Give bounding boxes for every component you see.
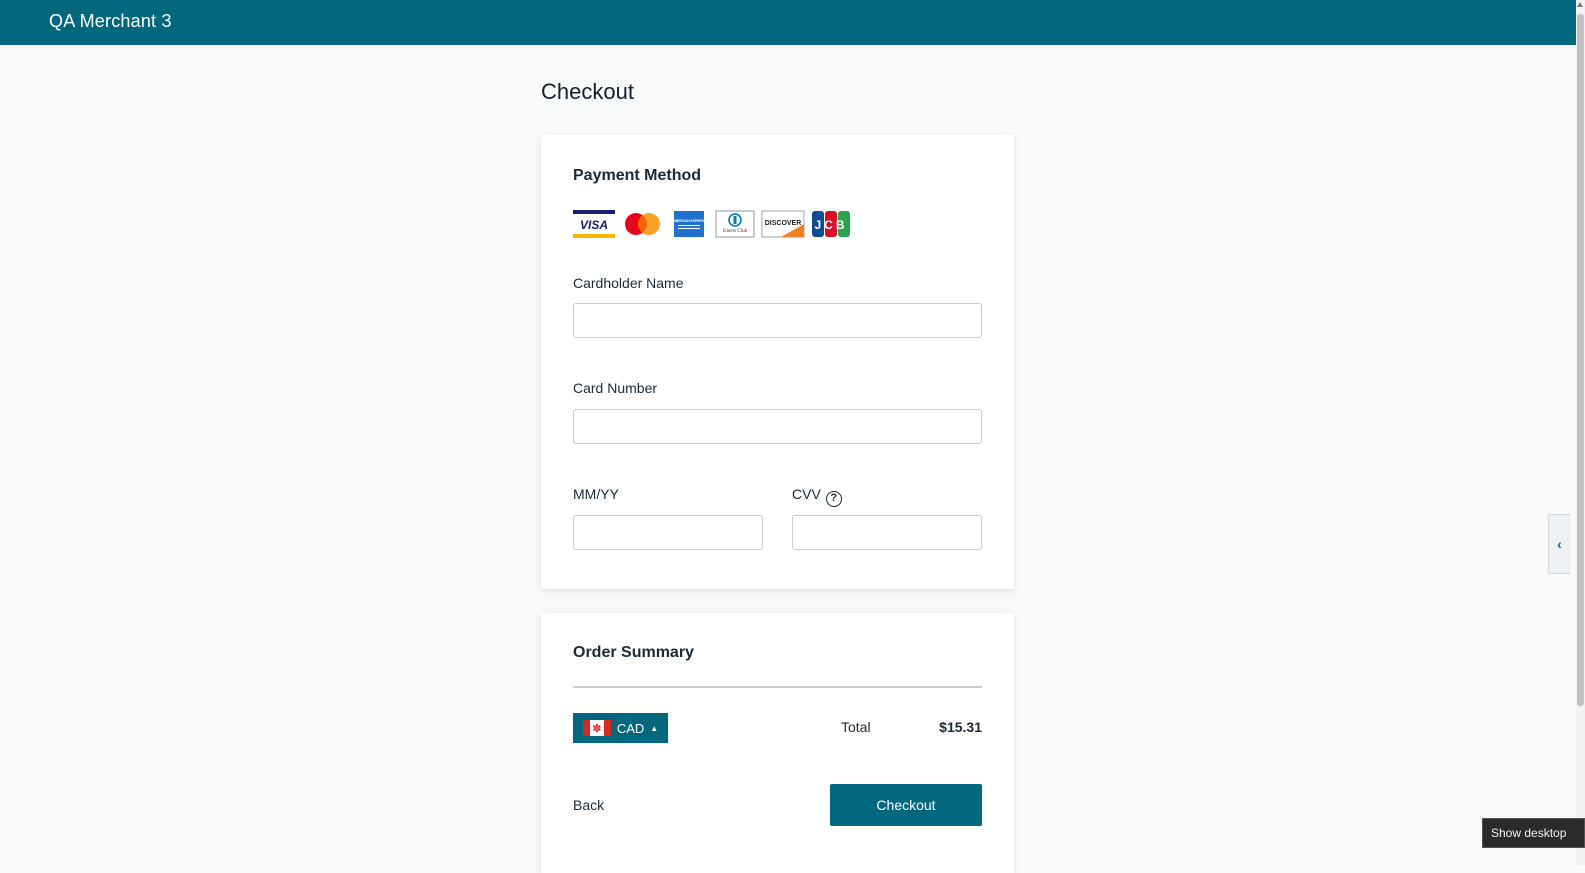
order-summary-title: Order Summary [573, 644, 694, 661]
payment-method-title: Payment Method [573, 167, 702, 184]
summary-divider [573, 686, 982, 688]
canada-flag-icon: ✽ [582, 720, 611, 736]
jcb-icon: JCB [811, 210, 851, 238]
total-label: Total [841, 719, 871, 735]
currency-code: CAD [616, 720, 645, 736]
amex-icon: AMERICAN EXPRESS [669, 210, 709, 238]
merchant-name: QA Merchant 3 [49, 11, 172, 31]
side-panel-toggle[interactable]: ‹ [1548, 514, 1570, 574]
payment-method-card: Payment Method VISA AMERICAN EXPRESS Din… [541, 135, 1014, 589]
card-number-input[interactable] [573, 409, 982, 444]
cvv-label-row: CVV? [792, 486, 842, 507]
help-icon[interactable]: ? [825, 491, 842, 507]
cvv-label: CVV [792, 486, 821, 502]
chevron-left-icon: ‹ [1557, 536, 1562, 552]
card-number-label: Card Number [573, 380, 658, 396]
svg-text:DISCOVER: DISCOVER [765, 220, 802, 227]
checkout-button[interactable]: Checkout [830, 784, 982, 826]
top-bar: QA Merchant 3 [0, 0, 1576, 45]
svg-text:VISA: VISA [580, 218, 608, 232]
scroll-thumb[interactable] [1577, 14, 1584, 706]
card-brand-list: VISA AMERICAN EXPRESS Diners Club DISCOV… [573, 209, 857, 239]
currency-selector-button[interactable]: ✽ CAD ▲ [573, 713, 668, 743]
cardholder-name-input[interactable] [573, 303, 982, 338]
visa-icon: VISA [573, 210, 615, 238]
expiry-input[interactable] [573, 515, 763, 550]
cvv-input[interactable] [792, 515, 982, 550]
diners-club-icon: Diners Club [715, 210, 755, 238]
page-scrollbar[interactable] [1576, 0, 1585, 865]
svg-text:JCB: JCB [814, 218, 847, 232]
total-value: $15.31 [939, 719, 982, 735]
order-summary-card: Order Summary ✽ CAD ▲ Total $15.31 Back … [541, 613, 1014, 873]
page-title: Checkout [541, 79, 634, 104]
show-desktop-tooltip: Show desktop [1482, 818, 1585, 848]
mastercard-icon [621, 210, 663, 238]
back-link[interactable]: Back [573, 797, 604, 813]
scroll-up-arrow-icon[interactable] [1577, 2, 1583, 7]
svg-text:AMERICAN EXPRESS: AMERICAN EXPRESS [672, 219, 707, 223]
expiry-label: MM/YY [573, 486, 619, 502]
caret-up-icon: ▲ [650, 723, 659, 733]
cardholder-name-label: Cardholder Name [573, 275, 684, 291]
svg-text:Diners Club: Diners Club [723, 229, 748, 234]
discover-icon: DISCOVER [761, 210, 805, 238]
